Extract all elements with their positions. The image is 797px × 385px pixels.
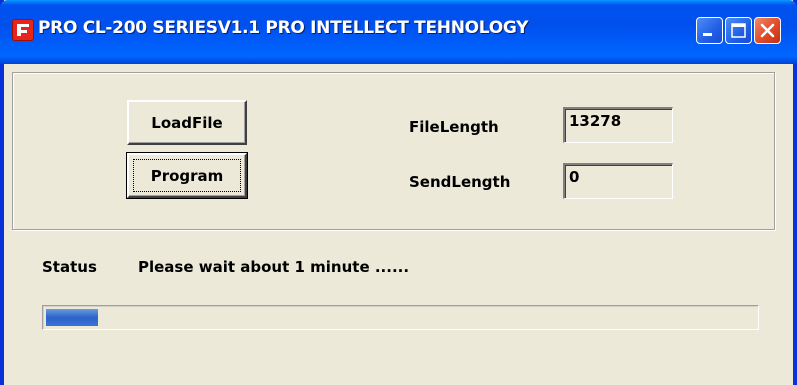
close-button[interactable] [754, 17, 781, 44]
file-info-group: LoadFile Program FileLength 13278 SendLe… [12, 72, 775, 230]
file-length-label: FileLength [409, 118, 499, 136]
window-title: PRO CL-200 SERIESV1.1 PRO INTELLECT TEHN… [38, 18, 529, 38]
send-length-label: SendLength [409, 173, 511, 191]
file-length-field[interactable]: 13278 [563, 107, 673, 143]
load-file-button-label: LoadFile [151, 113, 223, 132]
progress-bar-fill [46, 309, 98, 326]
status-message: Please wait about 1 minute ...... [138, 258, 410, 276]
title-bar[interactable]: PRO CL-200 SERIESV1.1 PRO INTELLECT TEHN… [0, 0, 797, 64]
load-file-button[interactable]: LoadFile [127, 100, 247, 145]
close-icon [760, 23, 775, 38]
main-window: PRO CL-200 SERIESV1.1 PRO INTELLECT TEHN… [0, 0, 797, 385]
maximize-button[interactable] [725, 17, 752, 44]
program-button-label: Program [150, 166, 224, 185]
send-length-field[interactable]: 0 [563, 163, 673, 199]
app-logo-icon[interactable] [12, 19, 34, 41]
progress-bar [42, 305, 759, 330]
status-label: Status [42, 258, 97, 276]
maximize-icon [731, 23, 746, 38]
minimize-icon [703, 33, 712, 36]
minimize-button[interactable] [696, 17, 723, 44]
program-button[interactable]: Program [126, 152, 248, 199]
